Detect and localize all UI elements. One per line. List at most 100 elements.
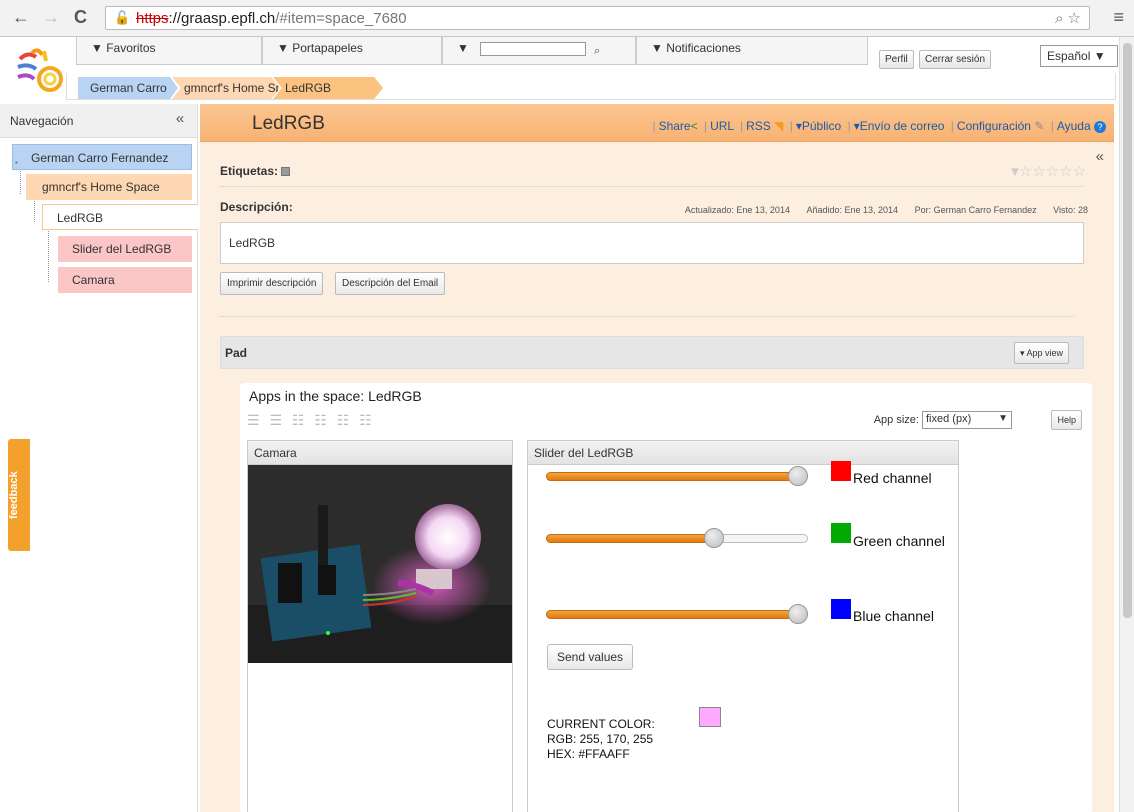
sidebar-item-german[interactable]: ▪ German Carro Fernandez <box>12 144 192 170</box>
chrome-menu-icon[interactable]: ≡ <box>1113 7 1124 28</box>
main-panel: LedRGB | Share< | URL | RSS ◥ | ▾Público | ▾E… <box>200 104 1114 812</box>
sidebar-item-slider[interactable]: Slider del LedRGB <box>58 236 192 262</box>
zoom-icon[interactable]: ⌕ ☆ <box>1055 9 1081 27</box>
folder-icon: ▪ <box>15 158 18 167</box>
tags-label: Etiquetas: <box>220 164 291 178</box>
app-view-button[interactable]: ▾ App view <box>1013 342 1069 364</box>
browser-toolbar: ← → C 🔓 https://graasp.epfl.ch/#item=spa… <box>0 0 1134 37</box>
tree-line <box>48 222 49 282</box>
meta-updated: Actualizado: Ene 13, 2014 <box>684 205 790 215</box>
scroll-thumb[interactable] <box>1123 43 1132 618</box>
tree-line <box>20 168 21 194</box>
green-channel-label: Green channel <box>853 533 945 549</box>
app-size-control: App size: fixed (px) ▼ <box>874 411 1012 429</box>
divider <box>220 186 1084 187</box>
red-swatch <box>831 461 851 481</box>
layout-icons[interactable]: ☰ ☰ ☷ ☷ ☷ ☷ <box>247 412 375 429</box>
meta-views: Visto: 28 <box>1053 205 1088 215</box>
tab-favoritos[interactable]: ▼ Favoritos <box>76 37 262 65</box>
slider-knob[interactable] <box>787 466 808 486</box>
red-slider[interactable] <box>546 462 808 492</box>
page-title: LedRGB <box>252 113 325 134</box>
back-icon[interactable]: ← <box>12 7 30 28</box>
panel-collapse-icon[interactable]: « <box>1096 148 1104 165</box>
search-dropdown-icon: ▼ <box>457 41 469 55</box>
breadcrumb-item[interactable]: German Carro <box>78 77 178 99</box>
insecure-lock-icon: 🔓 <box>114 10 131 25</box>
print-description-button[interactable]: Imprimir descripción <box>220 272 324 295</box>
current-color-text: CURRENT COLOR: RGB: 255, 170, 255 HEX: #… <box>547 717 655 762</box>
title-links: | Share< | URL | RSS ◥ | ▾Público | ▾Envío de… <box>649 119 1106 133</box>
slider-fill <box>546 472 808 481</box>
sidebar-title: Navegación <box>10 114 74 128</box>
public-link[interactable]: ▾Público <box>796 119 841 133</box>
apps-panel: Apps in the space: LedRGB ☰ ☰ ☷ ☷ ☷ ☷ Ap… <box>240 383 1092 812</box>
share-icon: < <box>690 119 698 133</box>
share-link[interactable]: Share <box>659 119 691 133</box>
email-link[interactable]: ▾Envío de correo <box>854 119 945 133</box>
breadcrumb-item[interactable]: gmncrf's Home Space <box>172 77 280 99</box>
sidebar-item-label: German Carro Fernandez <box>31 151 169 165</box>
slider-knob[interactable] <box>787 604 808 624</box>
logout-button[interactable]: Cerrar sesión <box>919 50 992 69</box>
meta-author: Por: German Carro Fernandez <box>914 205 1037 215</box>
camera-feed-image <box>248 465 512 663</box>
add-tag-icon[interactable] <box>281 167 291 177</box>
forward-icon[interactable]: → <box>42 7 60 28</box>
sidebar-item-ledrgb[interactable]: LedRGB <box>42 204 198 230</box>
feedback-tab[interactable]: feedback <box>8 439 30 551</box>
search-input[interactable] <box>480 42 586 56</box>
help-icon: ? <box>1094 121 1106 133</box>
pad-label: Pad <box>225 346 248 360</box>
sidebar-header: Navegación « <box>0 104 197 138</box>
blue-slider[interactable] <box>546 600 808 630</box>
help-button[interactable]: Help <box>1051 410 1082 430</box>
rating-stars-icon[interactable]: ▾☆☆☆☆☆ <box>1011 162 1086 180</box>
profile-button[interactable]: Perfil <box>879 50 914 69</box>
meta-added: Añadido: Ene 13, 2014 <box>806 205 899 215</box>
language-select[interactable]: Español ▼ <box>1040 45 1118 67</box>
description-box: LedRGB <box>220 222 1084 264</box>
wrench-icon: ✎ <box>1034 119 1045 133</box>
rgb-value: RGB: 255, 170, 255 <box>547 732 654 746</box>
app-size-label: App size: <box>873 413 919 426</box>
settings-link[interactable]: Configuración <box>957 119 1031 133</box>
email-description-button[interactable]: Descripción del Email <box>335 272 446 295</box>
apps-title: Apps in the space: LedRGB <box>249 388 422 404</box>
tab-notificaciones[interactable]: ▼ Notificaciones <box>636 37 868 65</box>
widget-title: Camara <box>248 441 512 465</box>
collapse-icon[interactable]: « <box>171 110 189 128</box>
item-meta: Actualizado: Ene 13, 2014 Añadido: Ene 1… <box>671 205 1088 215</box>
breadcrumb-item[interactable]: LedRGB <box>273 77 383 99</box>
graasp-logo <box>17 48 63 92</box>
divider <box>220 316 1074 317</box>
blue-swatch <box>831 599 851 619</box>
url-link[interactable]: URL <box>710 119 734 133</box>
red-channel-label: Red channel <box>853 470 932 486</box>
description-label: Descripción: <box>220 200 293 214</box>
pad-bar: Pad ▾ App view <box>220 336 1084 369</box>
blue-channel-label: Blue channel <box>853 608 934 624</box>
slider-fill <box>546 610 808 619</box>
page-scrollbar[interactable] <box>1119 37 1134 812</box>
slider-widget: Slider del LedRGB Red channel Green chan… <box>527 440 959 812</box>
title-bar: LedRGB | Share< | URL | RSS ◥ | ▾Público | ▾E… <box>200 104 1114 142</box>
url-text: https://graasp.epfl.ch/#item=space_7680 <box>136 10 407 27</box>
rss-icon: ◥ <box>774 119 784 133</box>
current-color-swatch <box>699 707 721 727</box>
sidebar-item-home-space[interactable]: gmncrf's Home Space <box>26 174 192 200</box>
help-link[interactable]: Ayuda <box>1057 119 1091 133</box>
search-icon[interactable]: ⌕ <box>594 45 600 58</box>
app-size-select[interactable]: fixed (px) ▼ <box>922 411 1012 429</box>
tab-portapapeles[interactable]: ▼ Portapapeles <box>262 37 442 65</box>
sidebar-item-camara[interactable]: Camara <box>58 267 192 293</box>
app-header: ▼ Favoritos ▼ Portapapeles ▼ ⌕ ▼ Notific… <box>0 37 1118 101</box>
camera-widget: Camara <box>247 440 513 812</box>
hex-value: HEX: #FFAAFF <box>547 747 630 761</box>
navigation-sidebar: Navegación « ▪ German Carro Fernandez gm… <box>0 104 198 812</box>
rss-link[interactable]: RSS <box>746 119 771 133</box>
reload-icon[interactable]: C <box>74 7 87 28</box>
current-color-label: CURRENT COLOR: <box>547 717 655 731</box>
address-bar[interactable]: 🔓 https://graasp.epfl.ch/#item=space_768… <box>105 6 1090 30</box>
send-values-button[interactable]: Send values <box>547 644 634 670</box>
